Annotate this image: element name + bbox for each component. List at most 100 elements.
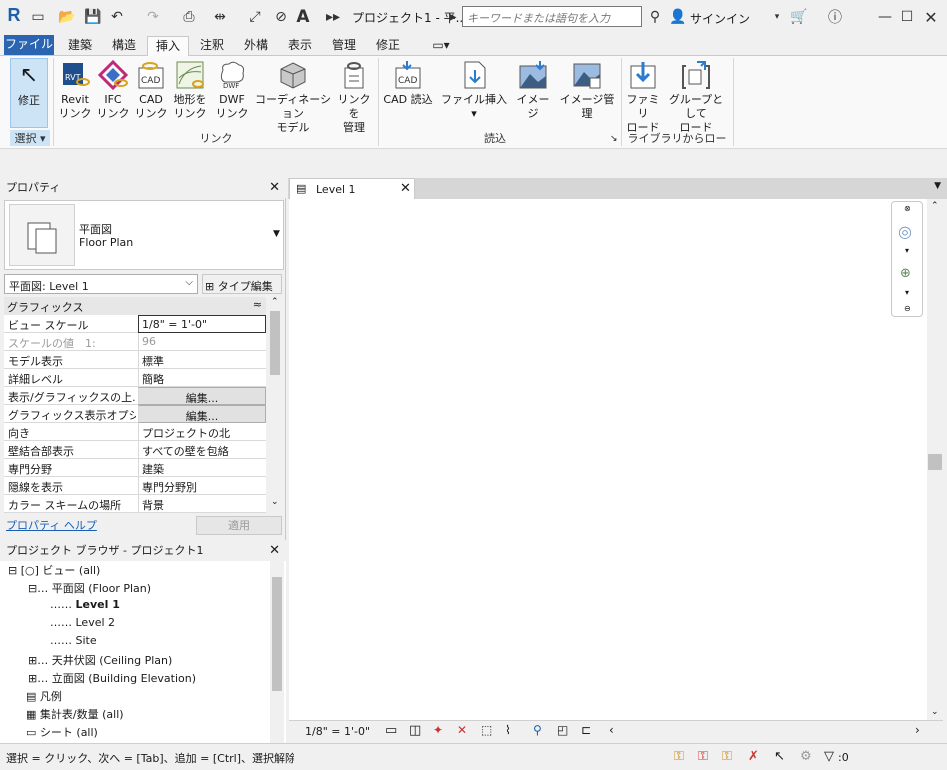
- property-value[interactable]: 専門分野別: [138, 477, 266, 495]
- temporary-hide-icon[interactable]: ⚲: [533, 723, 542, 737]
- tree-item-legends[interactable]: ▤ 凡例: [26, 688, 62, 704]
- scroll-down-icon[interactable]: ⌄: [931, 707, 939, 717]
- revit-logo[interactable]: R: [6, 5, 22, 25]
- dimension-icon[interactable]: ⤢: [246, 8, 264, 26]
- tree-item-views[interactable]: ⊟ [○] ビュー (all): [8, 562, 100, 578]
- options-icon[interactable]: ⊖: [904, 304, 911, 313]
- close-icon[interactable]: ✕: [400, 181, 411, 196]
- print-icon[interactable]: ⎙: [180, 8, 198, 26]
- tab-menu-icon[interactable]: ▼: [934, 181, 941, 191]
- load-family-button[interactable]: ファミリ ロード: [624, 58, 662, 134]
- select-underlay-icon[interactable]: ⚿: [722, 749, 732, 764]
- property-row[interactable]: 専門分野 建築: [4, 459, 266, 477]
- scroll-down-icon[interactable]: ⌄: [271, 497, 279, 507]
- tree-item-elevation[interactable]: ⊞… 立面図 (Building Elevation): [28, 670, 196, 686]
- image-button[interactable]: イメージ: [512, 58, 554, 128]
- insert-file-button[interactable]: ファイル挿入 ▾: [440, 58, 508, 128]
- tree-item-sheets[interactable]: ▭ シート (all): [26, 724, 98, 740]
- load-as-group-button[interactable]: グループとして ロード: [664, 58, 728, 134]
- cart-icon[interactable]: 🛒: [790, 8, 808, 26]
- save-icon[interactable]: 💾: [84, 8, 102, 26]
- tab-file[interactable]: ファイル: [4, 35, 54, 55]
- sign-in-link[interactable]: サインイン: [690, 10, 750, 27]
- crop-view-icon[interactable]: ⬚: [481, 723, 492, 737]
- open-icon[interactable]: 📂: [58, 8, 76, 26]
- chevron-down-icon[interactable]: ▼: [273, 229, 280, 239]
- tab-view[interactable]: 表示: [282, 36, 318, 56]
- properties-help-link[interactable]: プロパティ ヘルプ: [6, 517, 97, 533]
- collapse-icon[interactable]: ⊟: [8, 564, 17, 577]
- drag-elements-icon[interactable]: ⚙: [800, 749, 812, 764]
- redo-icon[interactable]: ↷: [144, 8, 162, 26]
- home-icon[interactable]: ▭: [30, 8, 46, 26]
- property-row[interactable]: ビュー スケール 1/8" = 1'-0": [4, 315, 266, 333]
- close-icon[interactable]: ✕: [269, 541, 280, 560]
- title-arrow-icon[interactable]: ▸: [448, 8, 458, 26]
- ifc-link-button[interactable]: IFC リンク: [94, 58, 132, 128]
- scrollbar-thumb[interactable]: [928, 454, 942, 470]
- maximize-icon[interactable]: ☐: [900, 8, 914, 26]
- property-value[interactable]: 簡略: [138, 369, 266, 387]
- filter-icon[interactable]: ▽: [824, 749, 834, 764]
- property-value[interactable]: 標準: [138, 351, 266, 369]
- property-value[interactable]: プロジェクトの北: [138, 423, 266, 441]
- reveal-hidden-icon[interactable]: ◰: [557, 723, 568, 737]
- cad-link-button[interactable]: CAD CAD リンク: [132, 58, 170, 128]
- binoculars-icon[interactable]: ⚲: [646, 8, 664, 26]
- select-dropdown[interactable]: 選択 ▾: [10, 130, 50, 146]
- cad-import-button[interactable]: CAD CAD 読込: [380, 58, 436, 128]
- expand-icon[interactable]: ⊞: [28, 654, 37, 667]
- property-row[interactable]: 壁結合部表示 すべての壁を包絡: [4, 441, 266, 459]
- property-value[interactable]: すべての壁を包絡: [138, 441, 266, 459]
- coordination-model-button[interactable]: コーディネーション モデル: [253, 58, 333, 134]
- property-row[interactable]: 詳細レベル 簡略: [4, 369, 266, 387]
- analytical-model-icon[interactable]: ⊏: [581, 723, 591, 737]
- scrollbar-thumb[interactable]: [270, 311, 280, 375]
- topography-link-button[interactable]: 地形を リンク: [170, 58, 210, 128]
- zoom-icon[interactable]: ⊕: [900, 266, 911, 281]
- apply-button[interactable]: 適用: [196, 516, 282, 535]
- browser-scrollbar[interactable]: [270, 561, 284, 743]
- tab-architecture[interactable]: 建築: [62, 36, 98, 56]
- tree-item-floor-plan[interactable]: ⊟… 平面図 (Floor Plan): [28, 580, 151, 596]
- select-pinned-icon[interactable]: ✗: [748, 749, 759, 764]
- undo-icon[interactable]: ↶: [108, 8, 126, 26]
- chevron-down-icon[interactable]: ▾: [905, 288, 909, 297]
- tab-modify[interactable]: 修正: [370, 36, 406, 56]
- property-row[interactable]: モデル表示 標準: [4, 351, 266, 369]
- dwf-link-button[interactable]: DWF DWF リンク: [212, 58, 252, 128]
- edit-type-button[interactable]: ⊞ タイプ編集: [202, 274, 282, 294]
- close-icon[interactable]: ✕: [924, 8, 938, 27]
- scroll-up-icon[interactable]: ⌃: [931, 201, 939, 211]
- scroll-up-icon[interactable]: ⌃: [271, 297, 279, 307]
- scroll-right-icon[interactable]: ›: [915, 723, 920, 737]
- worksets-icon[interactable]: ⚿: [674, 749, 684, 764]
- graphics-section-header[interactable]: グラフィックス ≈: [4, 297, 266, 315]
- scrollbar-thumb[interactable]: [272, 577, 282, 691]
- drawing-canvas[interactable]: ⊗ ◎ ▾ ⊕ ▾ ⊖ ⌃ ⌄: [289, 199, 943, 720]
- tree-item-level-2[interactable]: …… Level 2: [50, 616, 115, 629]
- detail-level-icon[interactable]: ▭: [385, 723, 397, 738]
- properties-scrollbar[interactable]: ⌃ ⌄: [268, 297, 282, 513]
- user-icon[interactable]: 👤: [669, 8, 686, 26]
- measure-icon[interactable]: ⇹: [210, 8, 230, 26]
- vertical-scrollbar[interactable]: ⌃ ⌄: [927, 199, 943, 720]
- tree-item-schedules[interactable]: ▦ 集計表/数量 (all): [26, 706, 124, 722]
- help-icon[interactable]: ⓘ: [826, 8, 844, 26]
- select-by-face-icon[interactable]: ↖: [774, 749, 785, 764]
- tree-item-level-1[interactable]: …… Level 1: [50, 598, 120, 611]
- manage-links-button[interactable]: リンクを 管理: [334, 58, 374, 134]
- tab-level-1[interactable]: ▤ Level 1 ✕: [289, 178, 415, 199]
- property-row[interactable]: 向き プロジェクトの北: [4, 423, 266, 441]
- expand-icon[interactable]: ⊞: [28, 672, 37, 685]
- property-value[interactable]: 背景: [138, 495, 266, 513]
- property-row[interactable]: 表示/グラフィックスの上... 編集...: [4, 387, 266, 405]
- steering-wheel-icon[interactable]: ◎: [898, 222, 912, 241]
- signin-dropdown-icon[interactable]: ▾: [772, 8, 782, 26]
- shadows-icon[interactable]: ✕: [457, 723, 467, 737]
- type-selector[interactable]: 平面図 Floor Plan ▼: [4, 200, 284, 270]
- edit-button[interactable]: 編集...: [138, 387, 266, 405]
- property-row[interactable]: グラフィックス表示オプシ... 編集...: [4, 405, 266, 423]
- import-dialog-launcher-icon[interactable]: ↘: [610, 134, 618, 144]
- collapse-icon[interactable]: ≈: [253, 298, 262, 311]
